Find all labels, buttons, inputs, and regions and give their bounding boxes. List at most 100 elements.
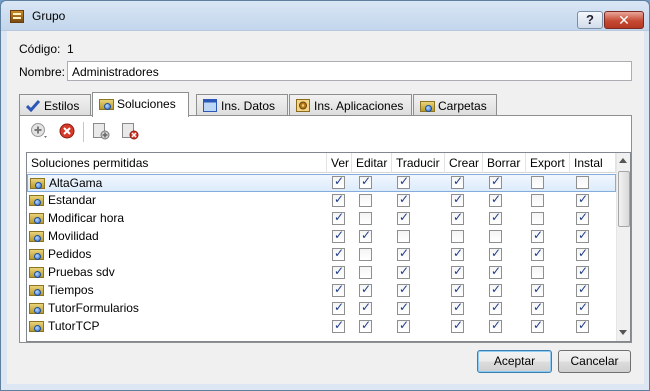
permission-checkbox[interactable] <box>359 212 372 225</box>
permission-checkbox[interactable] <box>397 230 410 243</box>
column-header[interactable]: Borrar <box>483 153 526 173</box>
solution-name-cell: TutorTCP <box>29 319 100 335</box>
nombre-input[interactable]: Administradores <box>67 61 632 81</box>
column-header[interactable]: Traducir <box>392 153 445 173</box>
table-row[interactable]: Modificar hora <box>27 210 616 228</box>
permission-checkbox[interactable] <box>397 264 410 279</box>
permission-checkbox[interactable] <box>576 176 589 189</box>
cancel-button[interactable]: Cancelar <box>558 350 631 373</box>
permission-checkbox[interactable] <box>576 192 589 207</box>
permission-checkbox[interactable] <box>531 266 544 279</box>
column-header[interactable]: Instal <box>570 153 616 173</box>
permission-checkbox[interactable] <box>576 246 589 261</box>
permission-checkbox[interactable] <box>359 194 372 207</box>
scroll-thumb[interactable] <box>618 171 630 227</box>
accept-button[interactable]: Aceptar <box>477 350 552 373</box>
column-header[interactable]: Soluciones permitidas <box>27 153 327 173</box>
permission-checkbox[interactable] <box>397 246 410 261</box>
permission-checkbox[interactable] <box>332 174 345 189</box>
permission-checkbox[interactable] <box>531 212 544 225</box>
close-button[interactable]: ✕ <box>604 11 644 29</box>
permission-checkbox[interactable] <box>451 230 464 243</box>
permission-checkbox[interactable] <box>531 246 544 261</box>
permission-checkbox[interactable] <box>397 174 410 189</box>
permission-checkbox[interactable] <box>397 210 410 225</box>
permission-checkbox[interactable] <box>451 246 464 261</box>
table-row[interactable]: AltaGama <box>27 174 616 192</box>
permission-checkbox[interactable] <box>359 318 372 333</box>
permission-checkbox[interactable] <box>531 228 544 243</box>
permission-checkbox[interactable] <box>451 264 464 279</box>
permission-checkbox[interactable] <box>576 318 589 333</box>
permission-checkbox[interactable] <box>531 176 544 189</box>
permission-checkbox[interactable] <box>576 228 589 243</box>
permission-checkbox[interactable] <box>489 174 502 189</box>
column-header[interactable]: Export <box>526 153 570 173</box>
permission-checkbox[interactable] <box>451 210 464 225</box>
table-row[interactable]: TutorFormularios <box>27 300 616 318</box>
permission-checkbox[interactable] <box>359 248 372 261</box>
permission-checkbox[interactable] <box>359 174 372 189</box>
tab-ins-aplicaciones[interactable]: Ins. Aplicaciones <box>289 94 412 116</box>
tab-carpetas[interactable]: Carpetas <box>413 94 497 116</box>
help-button[interactable]: ? <box>577 11 603 29</box>
table-row[interactable]: Tiempos <box>27 282 616 300</box>
permission-checkbox[interactable] <box>332 282 345 297</box>
table-row[interactable]: Pedidos <box>27 246 616 264</box>
add-circle-icon[interactable] <box>30 122 48 140</box>
permission-checkbox[interactable] <box>451 282 464 297</box>
permission-checkbox[interactable] <box>397 318 410 333</box>
permission-checkbox[interactable] <box>531 318 544 333</box>
permission-checkbox[interactable] <box>332 210 345 225</box>
remove-page-icon[interactable] <box>121 122 139 140</box>
permission-checkbox[interactable] <box>332 300 345 315</box>
permission-checkbox[interactable] <box>489 230 502 243</box>
permission-checkbox[interactable] <box>359 282 372 297</box>
table-row[interactable]: Estandar <box>27 192 616 210</box>
permission-checkbox[interactable] <box>397 282 410 297</box>
scroll-up-icon[interactable] <box>619 158 627 163</box>
permission-checkbox[interactable] <box>451 318 464 333</box>
permission-checkbox[interactable] <box>332 264 345 279</box>
scroll-down-icon[interactable] <box>619 330 627 335</box>
column-header[interactable]: Crear <box>445 153 483 173</box>
permission-checkbox[interactable] <box>489 300 502 315</box>
column-header[interactable]: Ver <box>327 153 352 173</box>
permission-checkbox[interactable] <box>489 246 502 261</box>
column-header[interactable]: Editar <box>352 153 392 173</box>
permission-checkbox[interactable] <box>359 228 372 243</box>
table-row[interactable]: TutorTCP <box>27 318 616 336</box>
permission-checkbox[interactable] <box>576 300 589 315</box>
title-bar[interactable]: Grupo ? ✕ <box>1 1 649 31</box>
permission-checkbox[interactable] <box>451 300 464 315</box>
tab-ins-datos[interactable]: Ins. Datos <box>196 94 288 116</box>
permission-checkbox[interactable] <box>576 210 589 225</box>
permission-checkbox[interactable] <box>332 192 345 207</box>
permission-checkbox[interactable] <box>576 264 589 279</box>
permission-checkbox[interactable] <box>359 300 372 315</box>
table-row[interactable]: Movilidad <box>27 228 616 246</box>
permission-checkbox[interactable] <box>576 282 589 297</box>
vertical-scrollbar[interactable] <box>616 153 630 341</box>
add-page-icon[interactable] <box>92 122 110 140</box>
permission-checkbox[interactable] <box>531 282 544 297</box>
permission-checkbox[interactable] <box>397 300 410 315</box>
permission-checkbox[interactable] <box>489 210 502 225</box>
permission-checkbox[interactable] <box>489 282 502 297</box>
permission-checkbox[interactable] <box>531 194 544 207</box>
permission-checkbox[interactable] <box>489 192 502 207</box>
permission-checkbox[interactable] <box>451 174 464 189</box>
permission-checkbox[interactable] <box>489 264 502 279</box>
table-row[interactable]: Pruebas sdv <box>27 264 616 282</box>
tab-estilos[interactable]: Estilos <box>19 94 91 116</box>
permission-checkbox[interactable] <box>332 246 345 261</box>
tab-soluciones[interactable]: Soluciones <box>92 92 189 117</box>
permission-checkbox[interactable] <box>531 300 544 315</box>
permission-checkbox[interactable] <box>489 318 502 333</box>
permission-checkbox[interactable] <box>397 192 410 207</box>
permission-checkbox[interactable] <box>359 266 372 279</box>
permission-checkbox[interactable] <box>332 228 345 243</box>
permission-checkbox[interactable] <box>332 318 345 333</box>
permission-checkbox[interactable] <box>451 192 464 207</box>
delete-circle-icon[interactable] <box>58 122 76 140</box>
